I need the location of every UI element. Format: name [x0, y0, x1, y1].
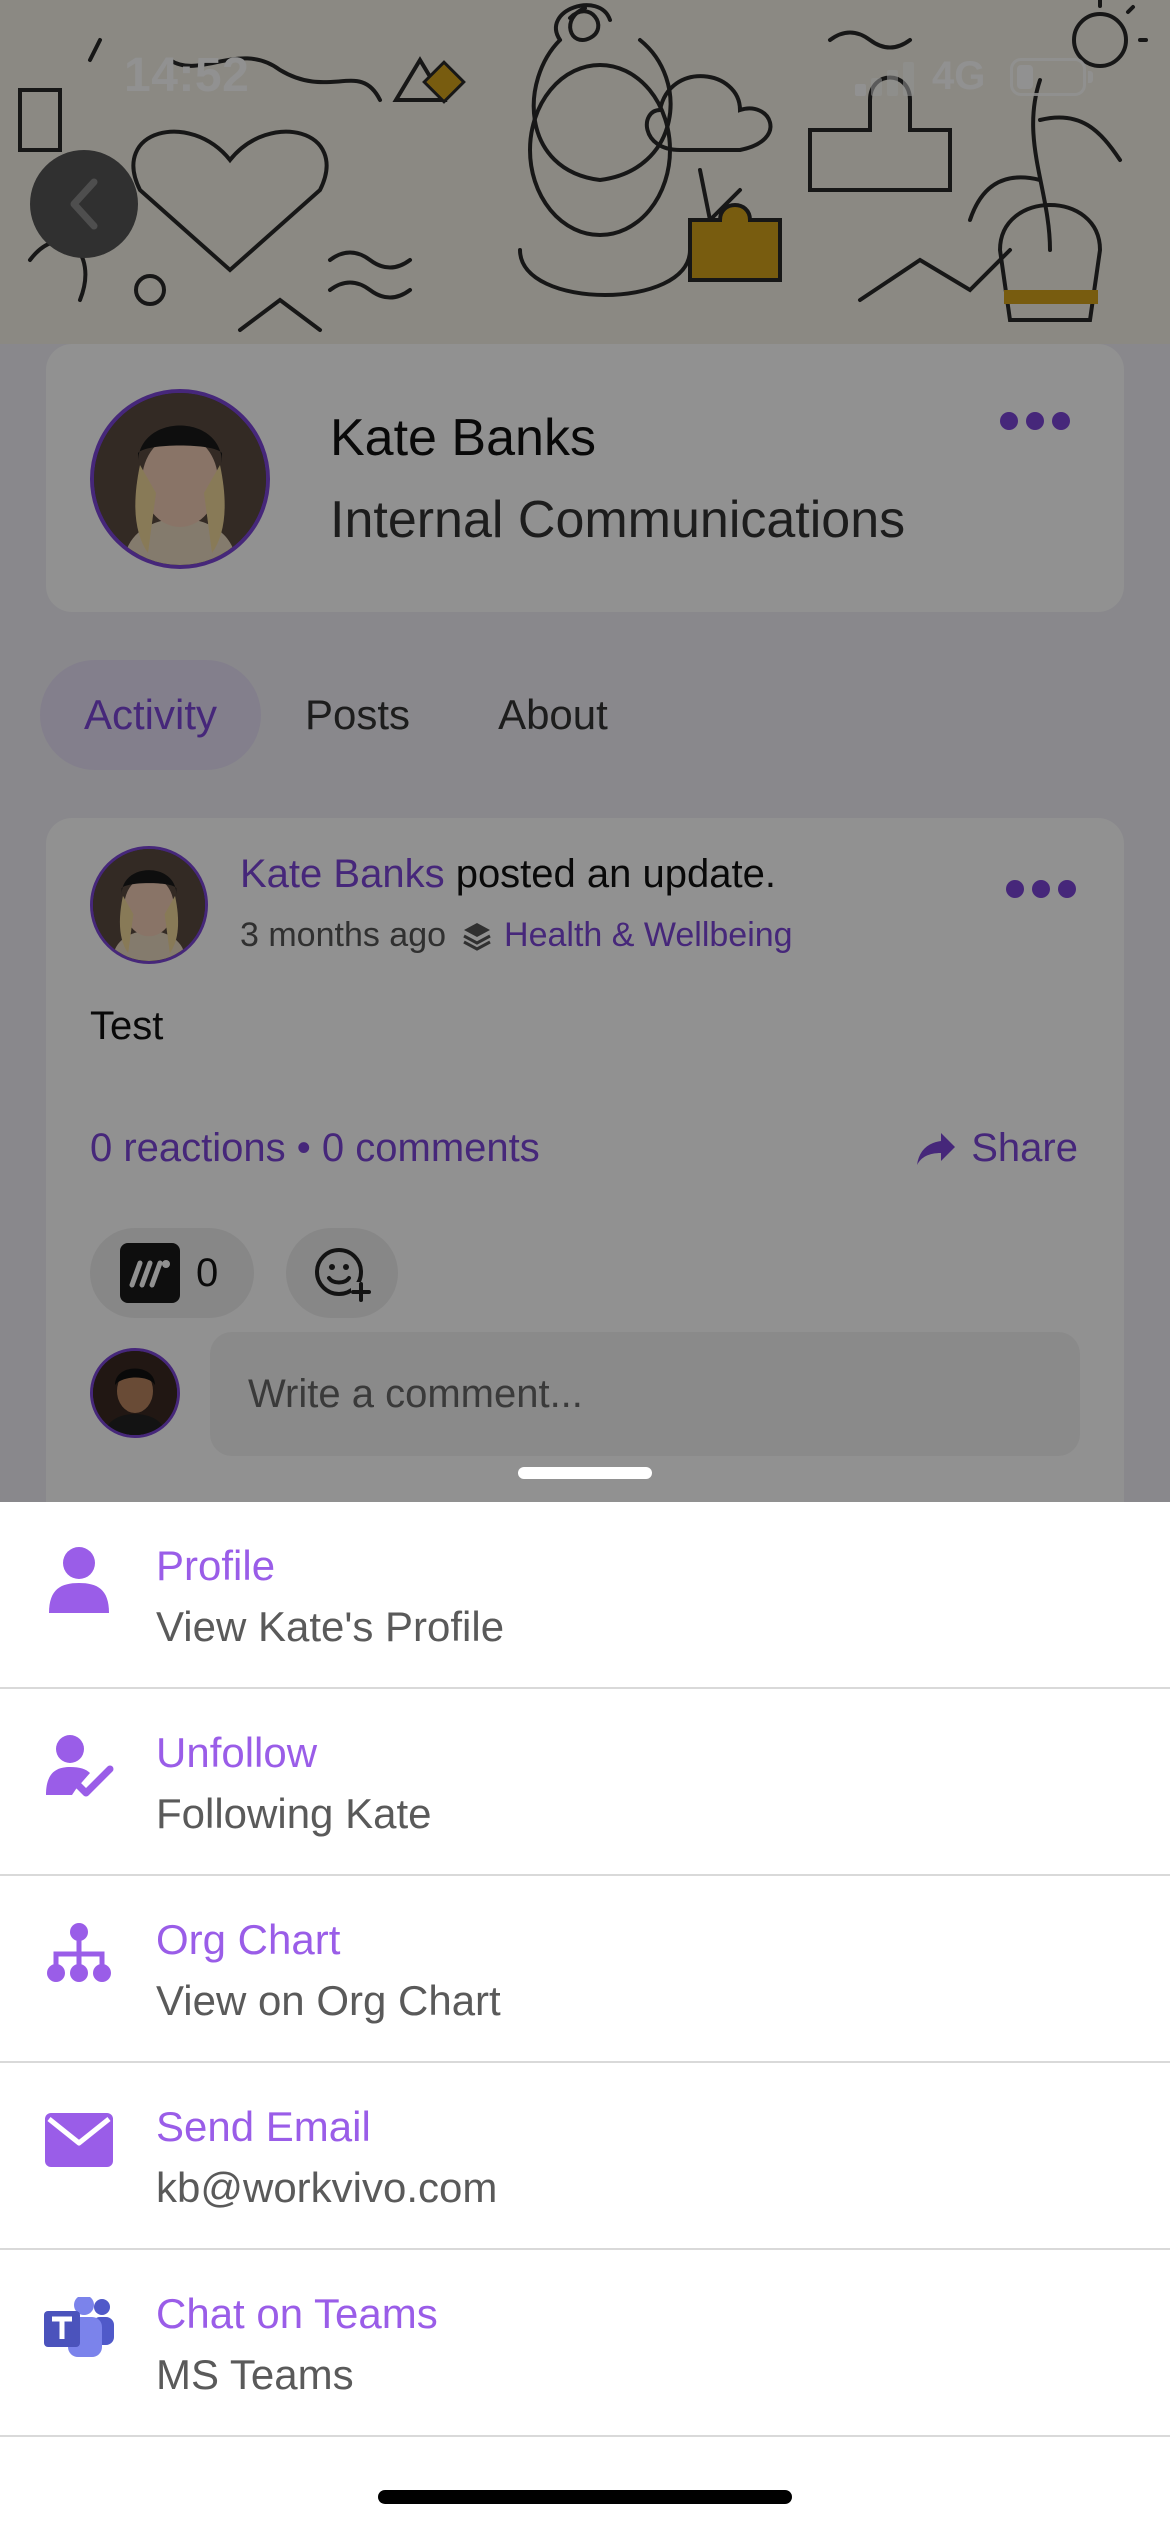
sheet-item-org-chart[interactable]: Org Chart View on Org Chart — [0, 1876, 1170, 2063]
sheet-item-sub: kb@workvivo.com — [156, 2164, 498, 2211]
home-indicator[interactable] — [378, 2490, 792, 2504]
modal-backdrop[interactable] — [0, 0, 1170, 1502]
sheet-item-sub: Following Kate — [156, 1790, 432, 1837]
sheet-item-profile[interactable]: Profile View Kate's Profile — [0, 1502, 1170, 1689]
org-chart-icon — [44, 1918, 114, 1988]
sheet-item-label: Profile — [156, 1542, 276, 1589]
sheet-grabber[interactable] — [518, 1467, 652, 1479]
sheet-item-unfollow[interactable]: Unfollow Following Kate — [0, 1689, 1170, 1876]
person-icon — [44, 1544, 114, 1614]
sheet-item-label: Unfollow — [156, 1729, 318, 1776]
sheet-item-sub: View Kate's Profile — [156, 1603, 505, 1650]
profile-action-sheet: Profile View Kate's Profile Unfollow Fol… — [0, 1502, 1170, 2532]
sheet-item-sub: View on Org Chart — [156, 1977, 501, 2024]
sheet-item-sub: MS Teams — [156, 2351, 354, 2398]
ms-teams-icon — [44, 2292, 114, 2362]
sheet-item-label: Org Chart — [156, 1916, 341, 1963]
sheet-item-send-email[interactable]: Send Email kb@workvivo.com — [0, 2063, 1170, 2250]
sheet-item-label: Chat on Teams — [156, 2290, 438, 2337]
envelope-icon — [44, 2105, 114, 2175]
sheet-item-label: Send Email — [156, 2103, 371, 2150]
sheet-item-chat-on-teams[interactable]: Chat on Teams MS Teams — [0, 2250, 1170, 2437]
person-check-icon — [44, 1731, 114, 1801]
